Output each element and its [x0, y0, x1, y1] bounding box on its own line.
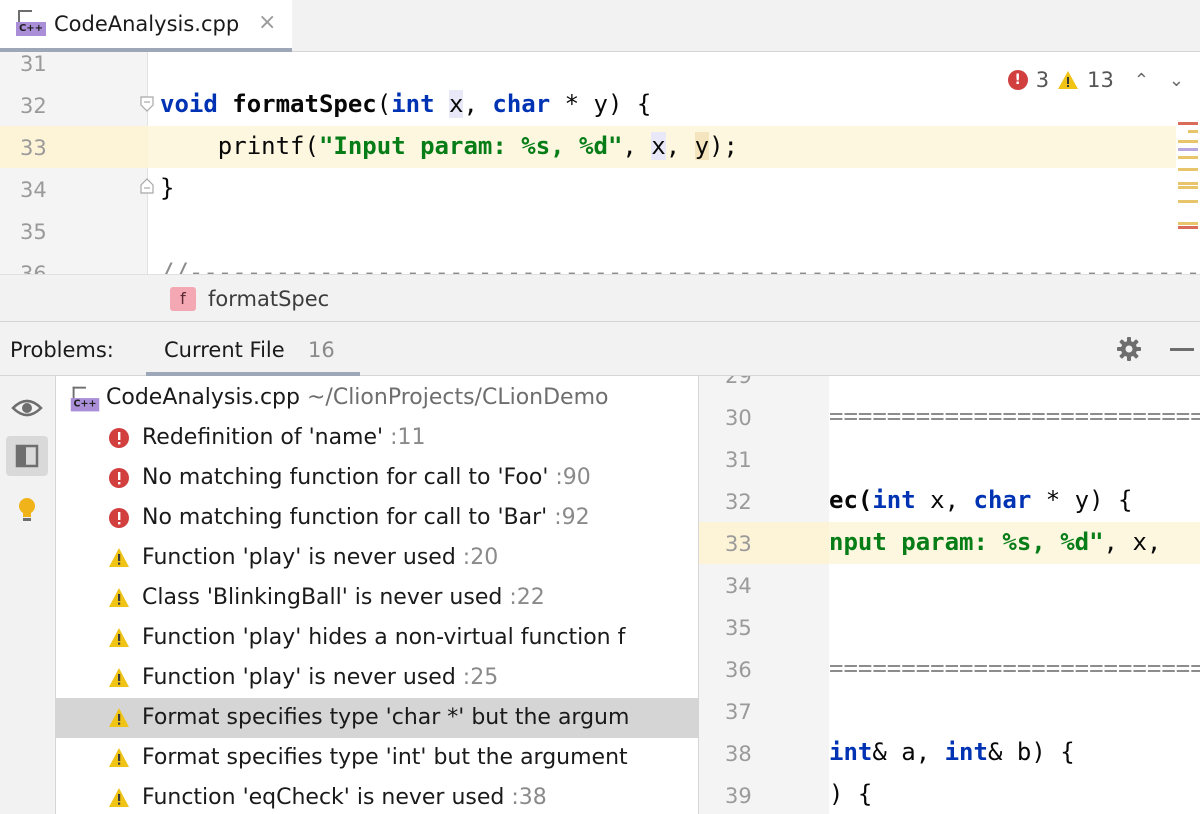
- line-number: 31: [725, 448, 752, 472]
- problem-item[interactable]: Function 'eqCheck' is never used :38: [56, 778, 698, 814]
- problems-title: Problems:: [10, 338, 114, 362]
- warning-icon: [109, 548, 129, 567]
- problem-item[interactable]: No matching function for call to 'Bar' :…: [56, 498, 698, 538]
- problem-item[interactable]: Function 'play' is never used :20: [56, 538, 698, 578]
- eye-icon[interactable]: [6, 388, 48, 428]
- line-number: 35: [725, 616, 752, 640]
- line-number: 36: [20, 262, 47, 274]
- line-number: 30: [725, 406, 752, 430]
- problems-toolbar: [0, 376, 56, 814]
- function-icon: f: [170, 287, 196, 311]
- next-highlight-icon[interactable]: ⌄: [1169, 70, 1184, 91]
- tab-codeanalysis[interactable]: C++ CodeAnalysis.cpp ×: [0, 0, 292, 52]
- fold-open-icon[interactable]: [140, 96, 154, 112]
- code-line-34: }: [160, 174, 175, 202]
- cpp-file-icon: C++: [16, 10, 46, 38]
- close-icon[interactable]: ×: [258, 10, 276, 35]
- line-number: 29: [725, 376, 752, 388]
- gear-icon[interactable]: [1116, 336, 1142, 362]
- error-icon: [109, 468, 129, 488]
- error-icon: [109, 428, 129, 448]
- line-number: 34: [725, 574, 752, 598]
- preview-line-33: nput param: %s, %d", x,: [829, 528, 1162, 556]
- line-number: 32: [725, 490, 752, 514]
- error-icon: [109, 508, 129, 528]
- preview-toggle[interactable]: [6, 436, 48, 476]
- file-path: ~/ClionProjects/CLionDemo: [306, 385, 609, 410]
- problem-item[interactable]: No matching function for call to 'Foo' :…: [56, 458, 698, 498]
- problem-item-selected[interactable]: Format specifies type 'char *' but the a…: [56, 698, 698, 738]
- problems-header: Problems: Current File 16: [0, 322, 1200, 376]
- warning-count: 13: [1087, 68, 1114, 92]
- preview-gutter: [699, 376, 829, 814]
- problem-item[interactable]: Function 'play' is never used :25: [56, 658, 698, 698]
- problem-count: 16: [308, 338, 335, 362]
- preview-line-36: ===========================: [829, 654, 1200, 682]
- code-line-33: printf("Input param: %s, %d", x, y);: [160, 132, 739, 160]
- error-stripe[interactable]: [1178, 122, 1200, 262]
- minimize-icon[interactable]: [1170, 348, 1194, 351]
- file-name: CodeAnalysis.cpp: [106, 385, 300, 410]
- file-node[interactable]: C++ CodeAnalysis.cpp ~/ClionProjects/CLi…: [56, 378, 698, 418]
- error-count: 3: [1035, 68, 1050, 92]
- line-number: 33: [20, 136, 47, 160]
- line-number: 31: [20, 52, 47, 76]
- editor-tab-bar: C++ CodeAnalysis.cpp ×: [0, 0, 1200, 52]
- problem-item[interactable]: Format specifies type 'int' but the argu…: [56, 738, 698, 778]
- warning-icon: [109, 628, 129, 647]
- line-number: 39: [725, 784, 752, 808]
- tab-title: CodeAnalysis.cpp: [54, 12, 240, 36]
- line-number: 32: [20, 94, 47, 118]
- problem-item[interactable]: Redefinition of 'name' :11: [56, 418, 698, 458]
- previous-highlight-icon[interactable]: ⌃: [1134, 70, 1149, 91]
- inspection-widget[interactable]: ! 3 13 ⌃ ⌄: [1007, 66, 1184, 94]
- preview-line-39: ) {: [829, 780, 873, 808]
- problem-item[interactable]: Class 'BlinkingBall' is never used :22: [56, 578, 698, 618]
- preview-line-30: ===========================: [829, 402, 1200, 430]
- line-number: 34: [20, 178, 47, 202]
- problems-tree[interactable]: C++ CodeAnalysis.cpp ~/ClionProjects/CLi…: [56, 376, 698, 814]
- code-editor[interactable]: 31 32 33 34 35 36 void formatSpec(int x,…: [0, 52, 1200, 274]
- preview-line-38: int& a, int& b) {: [829, 738, 1075, 766]
- breadcrumb-function[interactable]: formatSpec: [208, 287, 329, 311]
- warning-icon: [109, 788, 129, 807]
- preview-line-32: ec(int x, char * y) {: [829, 486, 1133, 514]
- line-number: 37: [725, 700, 752, 724]
- cpp-file-icon: C++: [70, 386, 100, 414]
- line-number: 35: [20, 220, 47, 244]
- warning-icon: [109, 748, 129, 767]
- line-number: 38: [725, 742, 752, 766]
- warning-icon: [1058, 71, 1079, 89]
- problem-item[interactable]: Function 'play' hides a non-virtual func…: [56, 618, 698, 658]
- code-preview[interactable]: 29 30 31 32 33 34 35 36 37 38 39 =======…: [698, 376, 1200, 814]
- code-line-32: void formatSpec(int x, char * y) {: [160, 90, 652, 118]
- lightbulb-icon[interactable]: [6, 490, 48, 530]
- warning-icon: [109, 588, 129, 607]
- line-number: 36: [725, 658, 752, 682]
- warning-icon: [109, 668, 129, 687]
- error-icon: !: [1007, 70, 1028, 90]
- warning-icon: [109, 708, 129, 727]
- code-line-36: //--------------------------------------…: [160, 258, 1200, 274]
- line-number: 33: [725, 532, 752, 556]
- fold-close-icon[interactable]: [140, 178, 154, 194]
- tab-current-file[interactable]: Current File 16: [146, 322, 360, 376]
- breadcrumb: f formatSpec: [0, 274, 1200, 322]
- preview-icon: [15, 444, 39, 468]
